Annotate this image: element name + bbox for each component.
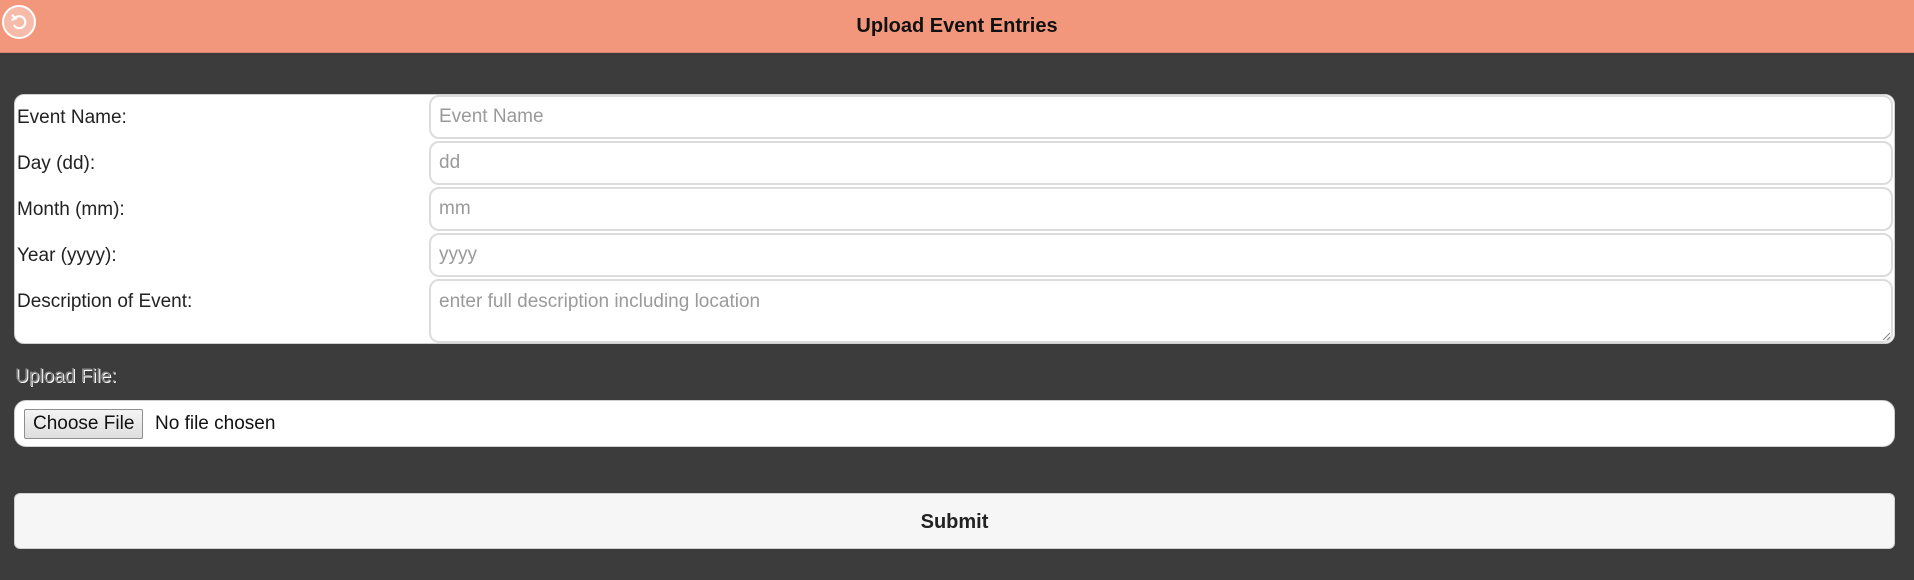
event-form: Event Name: Day (dd): Month (mm): Year (… [14, 94, 1895, 344]
description-wrapper [429, 279, 1893, 343]
upload-file-label: Upload File: [15, 366, 117, 387]
file-status-text: No file chosen [155, 413, 276, 434]
month-label: Month (mm): [17, 199, 125, 220]
resize-grip-icon[interactable] [1882, 332, 1890, 340]
app-header: Upload Event Entries [0, 0, 1914, 53]
choose-file-button[interactable]: Choose File [24, 409, 144, 439]
submit-button[interactable]: Submit [14, 493, 1895, 549]
month-input[interactable] [429, 187, 1893, 231]
year-input[interactable] [429, 233, 1893, 277]
event-name-label: Event Name: [17, 107, 127, 128]
day-label: Day (dd): [17, 153, 96, 174]
file-input-container: Choose File No file chosen [14, 400, 1895, 447]
page-title: Upload Event Entries [856, 15, 1058, 37]
description-label: Description of Event: [17, 291, 193, 312]
year-label: Year (yyyy): [17, 245, 117, 266]
event-name-input[interactable] [429, 95, 1893, 139]
description-textarea[interactable] [429, 279, 1893, 343]
day-input[interactable] [429, 141, 1893, 185]
